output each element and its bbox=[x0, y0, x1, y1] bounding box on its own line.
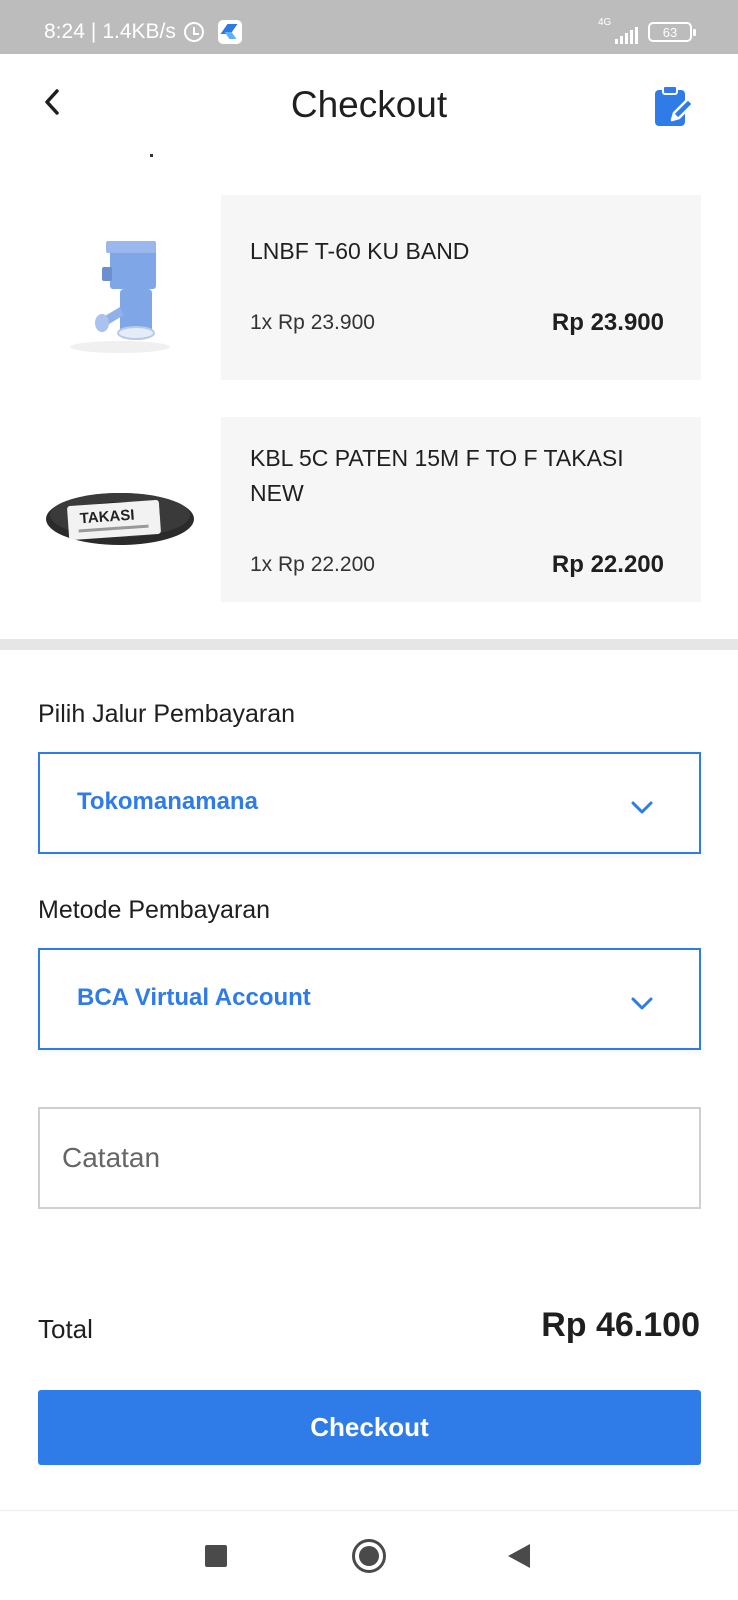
lnbf-product-image bbox=[40, 207, 200, 367]
notes-input[interactable] bbox=[38, 1107, 701, 1209]
status-time: 8:24 bbox=[44, 20, 85, 43]
payment-method-value: BCA Virtual Account bbox=[77, 984, 311, 1011]
battery-level: 63 bbox=[662, 24, 678, 40]
edit-clipboard-icon bbox=[655, 85, 695, 126]
payment-method-dropdown[interactable]: BCA Virtual Account bbox=[38, 948, 701, 1050]
total-value: Rp 46.100 bbox=[541, 1306, 700, 1344]
payment-channel-label: Pilih Jalur Pembayaran bbox=[38, 700, 296, 728]
cart-item-card[interactable]: KBL 5C PATEN 15M F TO F TAKASI NEW 1x Rp… bbox=[221, 417, 701, 602]
item-quantity-price: 1x Rp 22.200 bbox=[250, 553, 375, 576]
chevron-down-icon bbox=[631, 801, 653, 814]
edit-note-button[interactable] bbox=[652, 84, 696, 128]
payment-channel-dropdown[interactable]: Tokomanamana bbox=[38, 752, 701, 854]
item-subtotal: Rp 23.900 bbox=[551, 309, 664, 336]
status-right: 4G 63 bbox=[598, 17, 696, 44]
status-left: 8:24 | 1.4KB/s bbox=[44, 20, 242, 44]
section-divider bbox=[0, 639, 738, 650]
total-label: Total bbox=[38, 1314, 93, 1344]
payment-method-label: Metode Pembayaran bbox=[38, 896, 271, 924]
cart-item: LNBF T-60 KU BAND 1x Rp 23.900 Rp 23.900 bbox=[0, 195, 738, 380]
app-header: Checkout bbox=[0, 54, 738, 154]
item-subtotal: Rp 22.200 bbox=[551, 551, 664, 578]
home-icon[interactable] bbox=[352, 1539, 386, 1573]
status-bar: 8:24 | 1.4KB/s 4G 63 bbox=[0, 0, 738, 54]
battery-icon: 63 bbox=[648, 22, 696, 42]
scroll-artifact bbox=[150, 154, 153, 157]
cart-item-card[interactable]: LNBF T-60 KU BAND 1x Rp 23.900 Rp 23.900 bbox=[221, 195, 701, 380]
app-notification-icon bbox=[217, 20, 242, 44]
page-title: Checkout bbox=[290, 84, 448, 125]
cart-item: TAKASI KBL 5C PATEN 15M F TO F TAKASI NE… bbox=[0, 417, 738, 602]
checkout-button[interactable]: Checkout bbox=[38, 1390, 701, 1465]
cable-product-image: TAKASI bbox=[40, 431, 200, 591]
payment-channel-value: Tokomanamana bbox=[77, 788, 258, 815]
status-separator: | bbox=[90, 20, 97, 43]
item-name: LNBF T-60 KU BAND bbox=[250, 238, 470, 264]
signal-icon: 4G bbox=[598, 17, 638, 44]
status-network-speed: 1.4KB/s bbox=[102, 20, 176, 43]
item-name: KBL 5C PATEN 15M F TO F TAKASI NEW bbox=[250, 445, 624, 506]
system-nav-bar bbox=[0, 1510, 738, 1600]
alarm-icon bbox=[183, 22, 204, 42]
item-quantity-price: 1x Rp 23.900 bbox=[250, 311, 375, 334]
back-triangle-icon[interactable] bbox=[508, 1544, 530, 1568]
network-type: 4G bbox=[598, 17, 612, 28]
chevron-down-icon bbox=[631, 997, 653, 1010]
recent-apps-icon[interactable] bbox=[205, 1545, 227, 1567]
